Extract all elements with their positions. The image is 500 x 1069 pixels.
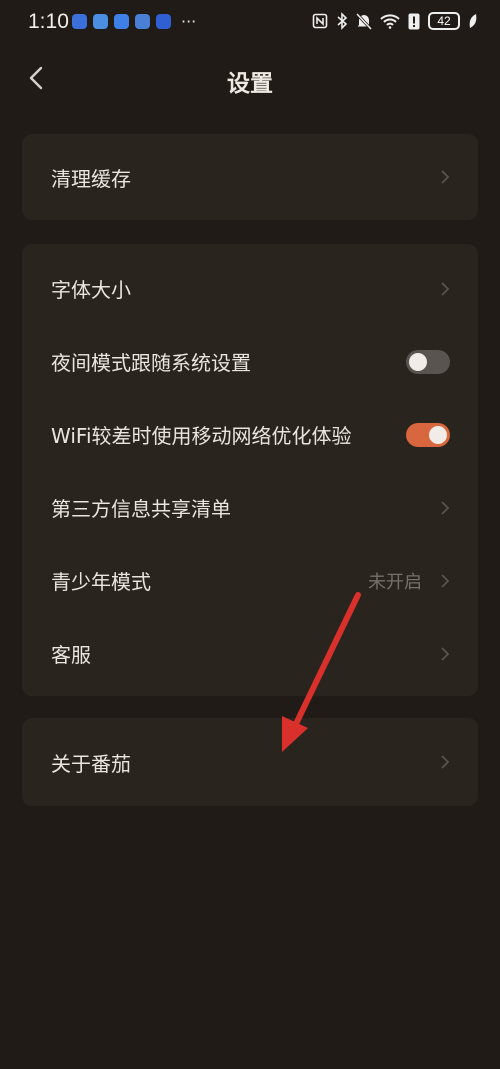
- settings-row-about[interactable]: 关于番茄: [22, 718, 478, 806]
- battery-icon: 42: [428, 12, 460, 30]
- row-label: 夜间模式跟随系统设置: [51, 351, 251, 375]
- settings-group-general: 字体大小 夜间模式跟随系统设置 WiFi较差时使用移动网络优化体验 第三方信息共…: [22, 244, 478, 696]
- row-label: WiFi较差时使用移动网络优化体验: [51, 424, 352, 448]
- chevron-right-icon: [441, 755, 450, 769]
- more-notifications-icon: ···: [181, 12, 197, 31]
- notification-app-icon: [114, 14, 129, 29]
- status-indicators: 42: [312, 12, 478, 30]
- toggle-knob: [409, 352, 427, 371]
- wifi-optimize-toggle[interactable]: [406, 422, 450, 447]
- settings-row-third-party-sharing[interactable]: 第三方信息共享清单: [22, 471, 478, 544]
- status-app-icons: ···: [72, 12, 197, 31]
- toggle-knob: [429, 425, 447, 444]
- notification-app-icon: [72, 14, 87, 29]
- chevron-right-icon: [441, 170, 450, 184]
- row-label: 第三方信息共享清单: [51, 497, 231, 521]
- row-label: 清理缓存: [51, 166, 131, 191]
- settings-row-wifi-optimize: WiFi较差时使用移动网络优化体验: [22, 398, 478, 471]
- settings-row-youth-mode[interactable]: 青少年模式 未开启: [22, 544, 478, 617]
- settings-row-font-size[interactable]: 字体大小: [22, 252, 478, 325]
- row-label: 关于番茄: [51, 751, 131, 776]
- nfc-icon: [312, 13, 328, 29]
- status-time: 1:10: [28, 10, 69, 33]
- bluetooth-icon: [337, 12, 348, 30]
- notification-app-icon: [156, 14, 171, 29]
- wifi-icon: [380, 14, 400, 29]
- row-label: 青少年模式: [51, 570, 151, 594]
- chevron-right-icon: [441, 573, 450, 588]
- page-title: 设置: [227, 71, 273, 97]
- chevron-right-icon: [441, 281, 450, 296]
- settings-group-storage: 清理缓存: [22, 134, 478, 220]
- notification-app-icon: [93, 14, 108, 29]
- navigation-header: 设置: [0, 52, 500, 108]
- settings-group-about: 关于番茄: [22, 718, 478, 806]
- mute-icon: [356, 12, 372, 30]
- status-bar: 1:10 ··· 42: [0, 0, 500, 48]
- leaf-icon: [469, 14, 477, 28]
- youth-mode-status: 未开启: [368, 571, 422, 593]
- chevron-right-icon: [441, 500, 450, 515]
- settings-row-night-mode: 夜间模式跟随系统设置: [22, 325, 478, 398]
- row-label: 客服: [51, 643, 91, 667]
- night-mode-toggle[interactable]: [406, 349, 450, 374]
- row-label: 字体大小: [51, 278, 131, 302]
- notification-app-icon: [135, 14, 150, 29]
- settings-row-customer-service[interactable]: 客服: [22, 617, 478, 690]
- settings-row-clear-cache[interactable]: 清理缓存: [22, 134, 478, 220]
- alert-sim-icon: [408, 13, 420, 29]
- chevron-right-icon: [441, 646, 450, 661]
